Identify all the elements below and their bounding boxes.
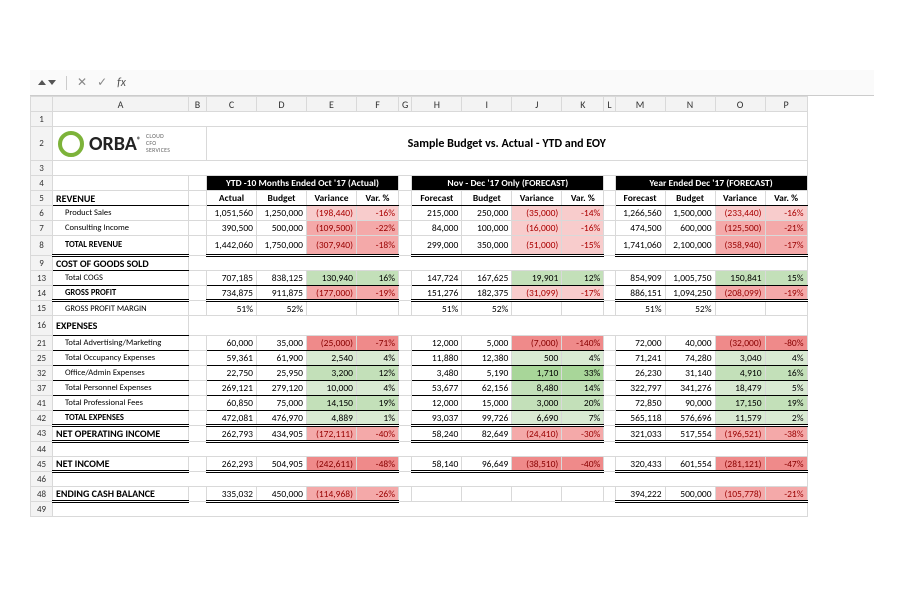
logo: ORBA® CLOUDCFOSERVICES [56,129,203,159]
fcst-header: Nov - Dec '17 Only (FORECAST) [412,176,604,191]
row-1[interactable]: 1 [31,112,53,127]
col-H[interactable]: H [412,97,462,112]
col-F[interactable]: F [357,97,399,112]
col-L[interactable]: L [604,97,615,112]
col-J[interactable]: J [512,97,562,112]
col-B[interactable]: B [189,97,207,112]
table-row: 43NET OPERATING INCOME 262,793434,905(17… [31,426,808,442]
select-all-cell[interactable] [31,97,53,112]
col-A[interactable]: A [53,97,189,112]
logo-tagline: CLOUDCFOSERVICES [146,133,170,154]
logo-icon [58,131,84,157]
table-row: 15GROSS PROFIT MARGIN 51%52% 51%52% 51%5… [31,301,808,316]
col-N[interactable]: N [665,97,715,112]
table-row: 6Product Sales 1,051,5601,250,000(198,44… [31,206,808,221]
col-G[interactable]: G [399,97,412,112]
formula-bar: ✕ ✓ fx [30,70,874,96]
col-M[interactable]: M [615,97,665,112]
confirm-icon[interactable]: ✓ [97,75,107,90]
logo-text: ORBA® [89,132,141,156]
col-K[interactable]: K [562,97,604,112]
row-2[interactable]: 2 [31,127,53,161]
col-I[interactable]: I [462,97,512,112]
ytd-header: YTD -10 Months Ended Oct '17 (Actual) [207,176,399,191]
table-row: 37Total Personnel Expenses 269,121279,12… [31,381,808,396]
cancel-icon[interactable]: ✕ [77,75,87,90]
row-3[interactable]: 3 [31,161,53,176]
table-row: 8TOTAL REVENUE 1,442,0601,750,000(307,94… [31,236,808,256]
table-row: 13Total COGS 707,185838,125130,94016% 14… [31,271,808,286]
table-row: 21Total Advertising/Marketing 60,00035,0… [31,336,808,351]
separator [66,76,67,90]
table-row: 48ENDING CASH BALANCE 335,032450,000(114… [31,487,808,502]
fx-label[interactable]: fx [117,76,126,90]
page-title: Sample Budget vs. Actual - YTD and EOY [207,127,808,161]
row-4[interactable]: 4 [31,176,53,191]
row-5[interactable]: 5 [31,191,53,206]
col-C[interactable]: C [207,97,257,112]
revenue-label: REVENUE [53,191,189,206]
col-D[interactable]: D [257,97,307,112]
spreadsheet-grid[interactable]: A B C D E F G H I J K L M N O P 1 2 ORBA… [30,96,875,517]
table-row: 45NET INCOME 262,293504,905(242,611)-48%… [31,457,808,472]
col-P[interactable]: P [765,97,807,112]
table-row: 42TOTAL EXPENSES 472,081476,9704,8891% 9… [31,411,808,426]
table-row: 32Office/Admin Expenses 22,75025,9503,20… [31,366,808,381]
col-E[interactable]: E [307,97,357,112]
column-header-row: A B C D E F G H I J K L M N O P [31,97,808,112]
table-row: 7Consulting Income 390,500500,000(109,50… [31,221,808,236]
eoy-header: Year Ended Dec '17 (FORECAST) [615,176,807,191]
col-O[interactable]: O [715,97,765,112]
table-row: 14GROSS PROFIT 734,875911,875(177,000)-1… [31,286,808,301]
namebox-dropdown[interactable] [38,80,56,85]
table-row: 25Total Occupancy Expenses 59,36161,9002… [31,351,808,366]
table-row: 41Total Professional Fees 60,85075,00014… [31,396,808,411]
